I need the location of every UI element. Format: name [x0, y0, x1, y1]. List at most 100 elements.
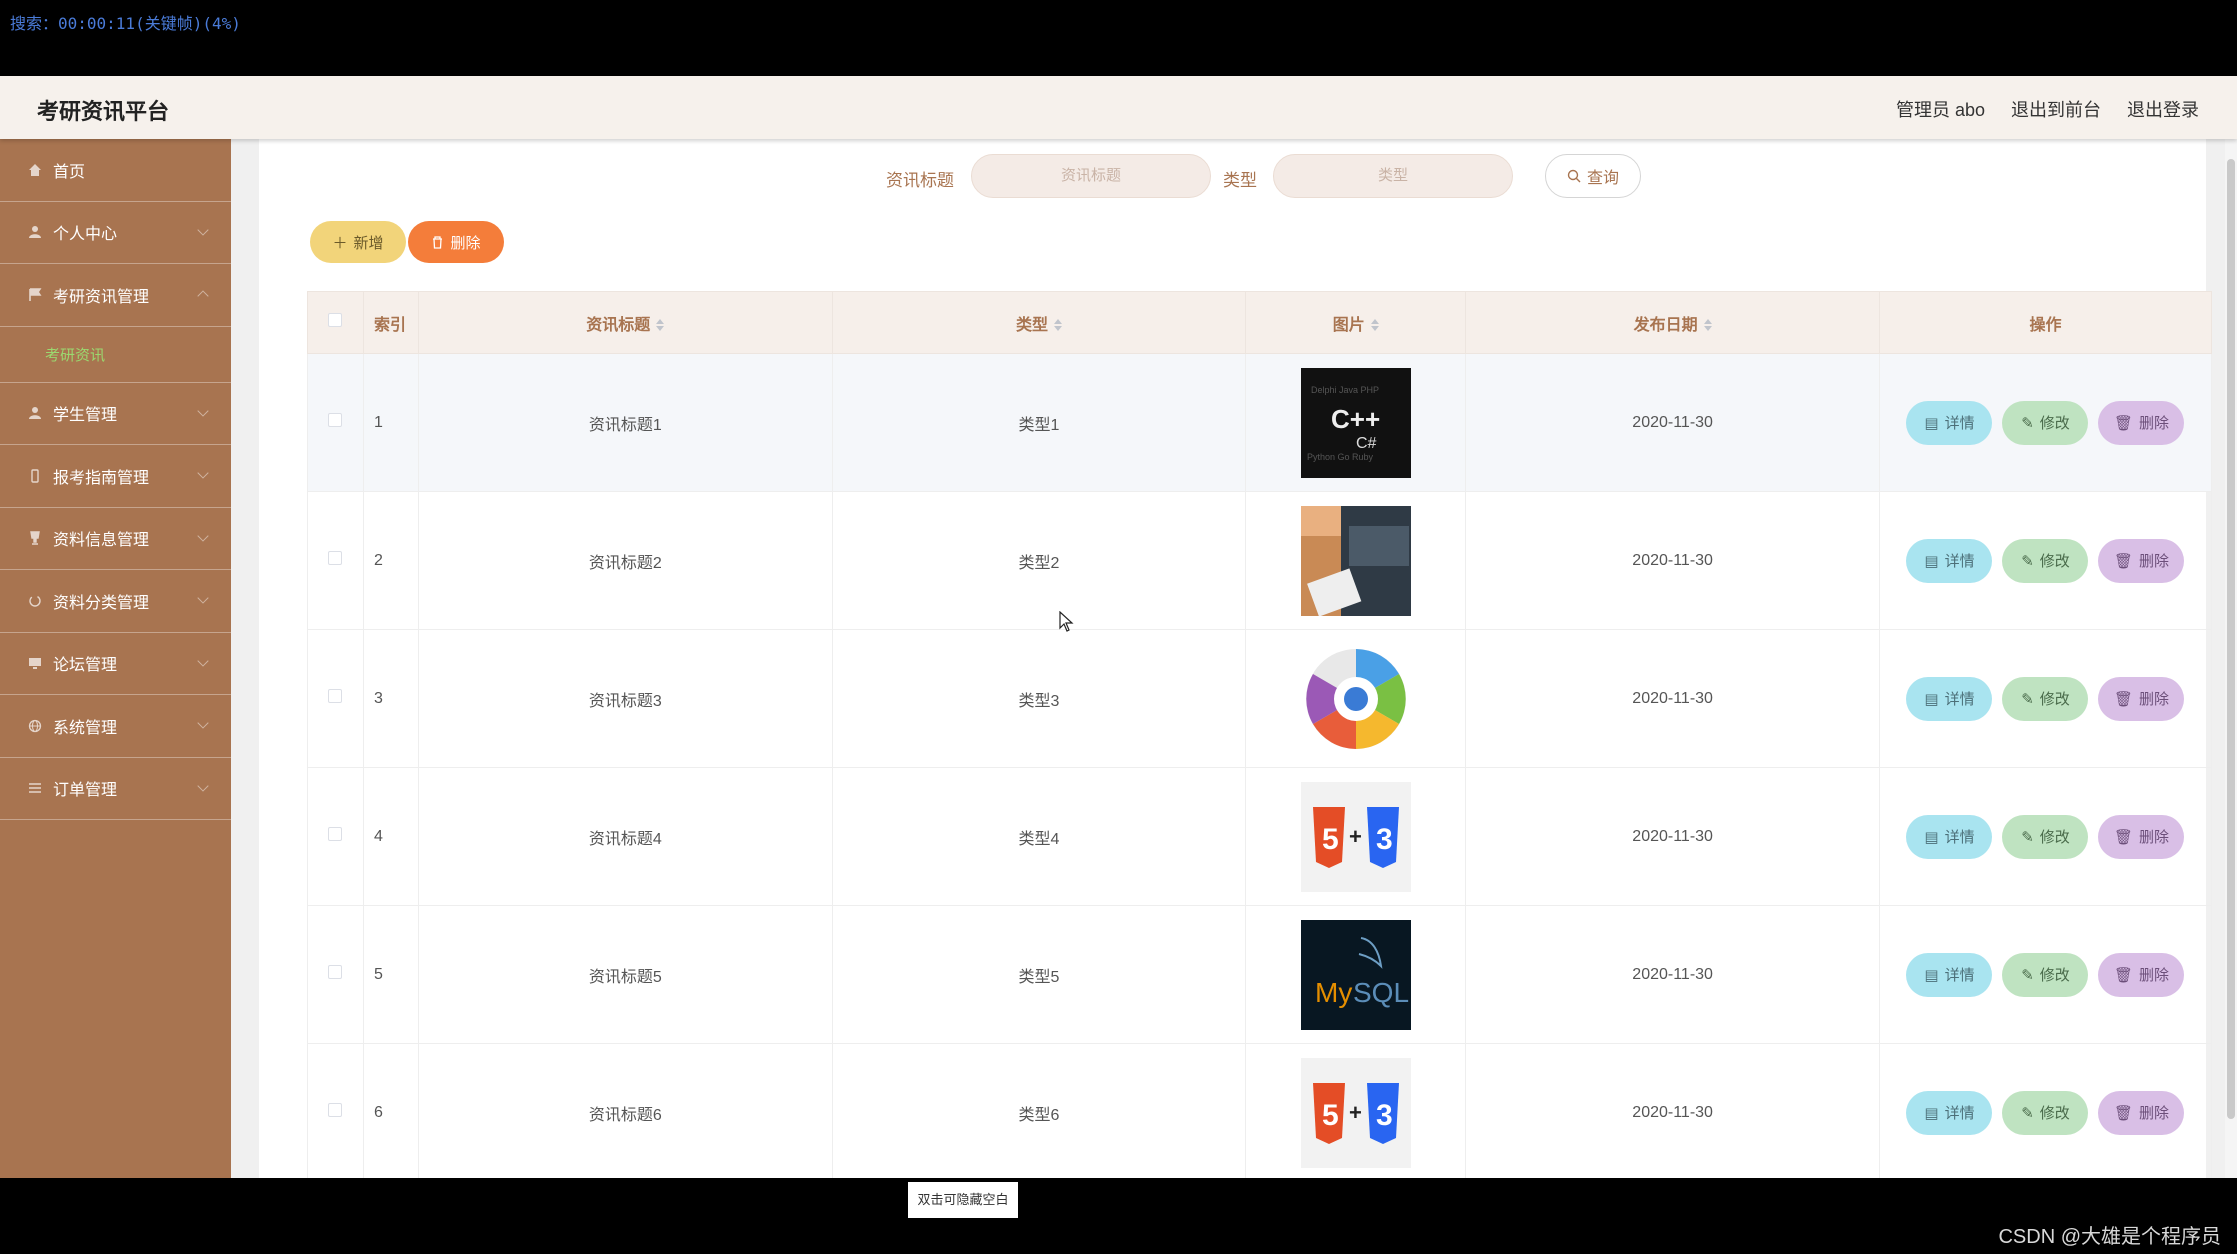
edit-label: 修改	[2039, 829, 2070, 846]
trash-icon: 🗑	[2113, 690, 2133, 708]
loading-icon	[27, 593, 43, 609]
row-checkbox-cell[interactable]	[307, 353, 364, 492]
sort-icon[interactable]	[1054, 319, 1062, 332]
sort-icon[interactable]	[1703, 319, 1712, 332]
table-row[interactable]: 1 资讯标题1 类型1 Delphi Java PHP Python Go Ruby C+…	[307, 353, 2213, 492]
sidebar-item-news-management[interactable]: 考研资讯管理	[0, 264, 231, 327]
row-checkbox-cell[interactable]	[307, 905, 364, 1044]
plus-icon: ＋	[332, 234, 348, 252]
row-checkbox-cell[interactable]	[307, 767, 364, 906]
edit-button[interactable]: ✎ 修改	[2002, 814, 2089, 859]
front-link[interactable]: 退出到前台	[2011, 96, 2101, 122]
row-checkbox-cell[interactable]	[307, 629, 364, 768]
header-links: 管理员 abo 退出到前台 退出登录	[1896, 96, 2199, 122]
edit-label: 修改	[2039, 967, 2070, 984]
type-search-input[interactable]: 类型	[1273, 154, 1513, 198]
scrollbar[interactable]	[2225, 139, 2237, 1178]
scrollbar-thumb[interactable]	[2227, 159, 2235, 1119]
header-index: 索引	[362, 291, 419, 354]
header-date[interactable]: 发布日期	[1465, 291, 1880, 354]
svg-text:Delphi Java PHP: Delphi Java PHP	[1311, 385, 1379, 395]
svg-text:3: 3	[1376, 823, 1393, 856]
search-icon	[1567, 169, 1581, 183]
edit-label: 修改	[2039, 553, 2070, 570]
sidebar-item-home[interactable]: 首页	[0, 139, 231, 202]
checkbox[interactable]	[328, 689, 343, 703]
title-search-input[interactable]: 资讯标题	[971, 154, 1211, 198]
pencil-icon: ✎	[2021, 552, 2034, 570]
header-image[interactable]: 图片	[1245, 291, 1467, 354]
edit-button[interactable]: ✎ 修改	[2002, 1090, 2089, 1135]
delete-button[interactable]: 🗑 删除	[2098, 538, 2185, 583]
row-index: 3	[362, 629, 419, 768]
sidebar-item-forum[interactable]: 论坛管理	[0, 633, 231, 695]
query-button[interactable]: 查询	[1545, 154, 1641, 198]
sidebar-item-profile[interactable]: 个人中心	[0, 202, 231, 264]
edit-button[interactable]: ✎ 修改	[2002, 538, 2089, 583]
edit-button[interactable]: ✎ 修改	[2002, 400, 2089, 445]
table-row[interactable]: 4 资讯标题4 类型4 5 +3 2020-11-30 ▤ 详情 ✎ 修改 🗑 删除	[307, 767, 2213, 906]
header-select-all[interactable]	[307, 291, 364, 354]
batch-delete-button[interactable]: 删除	[408, 221, 504, 263]
sidebar-item-guide[interactable]: 报考指南管理	[0, 445, 231, 508]
checkbox[interactable]	[328, 965, 343, 979]
sidebar-item-students[interactable]: 学生管理	[0, 383, 231, 445]
trash-icon	[433, 235, 443, 249]
table-row[interactable]: 2 资讯标题2 类型2 2020-11-30 ▤ 详情 ✎ 修改 🗑 删除	[307, 491, 2213, 630]
title-search-label: 资讯标题	[886, 171, 954, 190]
detail-button[interactable]: ▤ 详情	[1906, 952, 1993, 997]
video-status-text: 搜索：00:00:11(关键帧)(4%)	[10, 14, 241, 33]
document-icon: ▤	[1924, 414, 1939, 432]
row-checkbox-cell[interactable]	[307, 491, 364, 630]
delete-button[interactable]: 🗑 删除	[2098, 1090, 2185, 1135]
delete-button[interactable]: 🗑 删除	[2098, 676, 2185, 721]
detail-button[interactable]: ▤ 详情	[1906, 676, 1993, 721]
delete-button[interactable]: 🗑 删除	[2098, 400, 2185, 445]
mysql-logo-image: My SQL	[1300, 919, 1411, 1030]
table-row[interactable]: 5 资讯标题5 类型5 My SQL 2020-11-30 ▤ 详情 ✎ 修改 🗑 删除	[307, 905, 2213, 1044]
row-date: 2020-11-30	[1465, 629, 1880, 768]
checkbox[interactable]	[328, 313, 343, 327]
top-header: 考研资讯平台 管理员 abo 退出到前台 退出登录	[0, 76, 2237, 139]
hide-blank-button[interactable]: 双击可隐藏空白	[908, 1182, 1018, 1218]
sidebar-subitem-news[interactable]: 考研资讯	[0, 327, 231, 383]
sidebar-item-system[interactable]: 系统管理	[0, 695, 231, 758]
detail-button[interactable]: ▤ 详情	[1906, 538, 1993, 583]
table-row[interactable]: 6 资讯标题6 类型6 5 +3 2020-11-30 ▤ 详情 ✎ 修改 🗑 删除	[307, 1043, 2213, 1178]
checkbox[interactable]	[328, 551, 343, 565]
table-row[interactable]: 3 资讯标题3 类型3 2020-11-30 ▤ 详情 ✎ 修改 🗑 删除	[307, 629, 2213, 768]
row-checkbox-cell[interactable]	[307, 1043, 364, 1178]
detail-label: 详情	[1944, 829, 1975, 846]
pencil-icon: ✎	[2021, 690, 2034, 708]
mouse-cursor-icon	[1059, 611, 1074, 632]
detail-button[interactable]: ▤ 详情	[1906, 1090, 1993, 1135]
edit-button[interactable]: ✎ 修改	[2002, 676, 2089, 721]
sidebar-item-materials[interactable]: 资料信息管理	[0, 508, 231, 570]
sidebar-item-orders[interactable]: 订单管理	[0, 758, 231, 820]
detail-button[interactable]: ▤ 详情	[1906, 400, 1993, 445]
detail-button[interactable]: ▤ 详情	[1906, 814, 1993, 859]
svg-text:C#: C#	[1356, 435, 1377, 452]
checkbox[interactable]	[328, 413, 343, 427]
edit-button[interactable]: ✎ 修改	[2002, 952, 2089, 997]
delete-button[interactable]: 🗑 删除	[2098, 952, 2185, 997]
trash-icon: 🗑	[2113, 966, 2133, 984]
header-title[interactable]: 资讯标题	[417, 291, 833, 354]
chevron-down-icon	[197, 654, 209, 667]
checkbox[interactable]	[328, 827, 343, 841]
header-ops: 操作	[1878, 291, 2213, 354]
add-button[interactable]: ＋ 新增	[310, 221, 406, 263]
delete-button[interactable]: 🗑 删除	[2098, 814, 2185, 859]
sort-icon[interactable]	[1370, 319, 1379, 332]
sidebar-item-label: 资料信息管理	[53, 532, 150, 550]
logout-link[interactable]: 退出登录	[2127, 96, 2199, 122]
sort-icon[interactable]	[656, 319, 665, 332]
user-icon	[27, 224, 43, 240]
header-type[interactable]: 类型	[831, 291, 1247, 354]
sidebar-item-categories[interactable]: 资料分类管理	[0, 570, 231, 633]
row-title: 资讯标题1	[417, 353, 833, 492]
svg-text:+: +	[1349, 1100, 1362, 1125]
checkbox[interactable]	[328, 1103, 343, 1117]
query-button-label: 查询	[1586, 170, 1619, 187]
header-title-label: 资讯标题	[586, 316, 651, 334]
